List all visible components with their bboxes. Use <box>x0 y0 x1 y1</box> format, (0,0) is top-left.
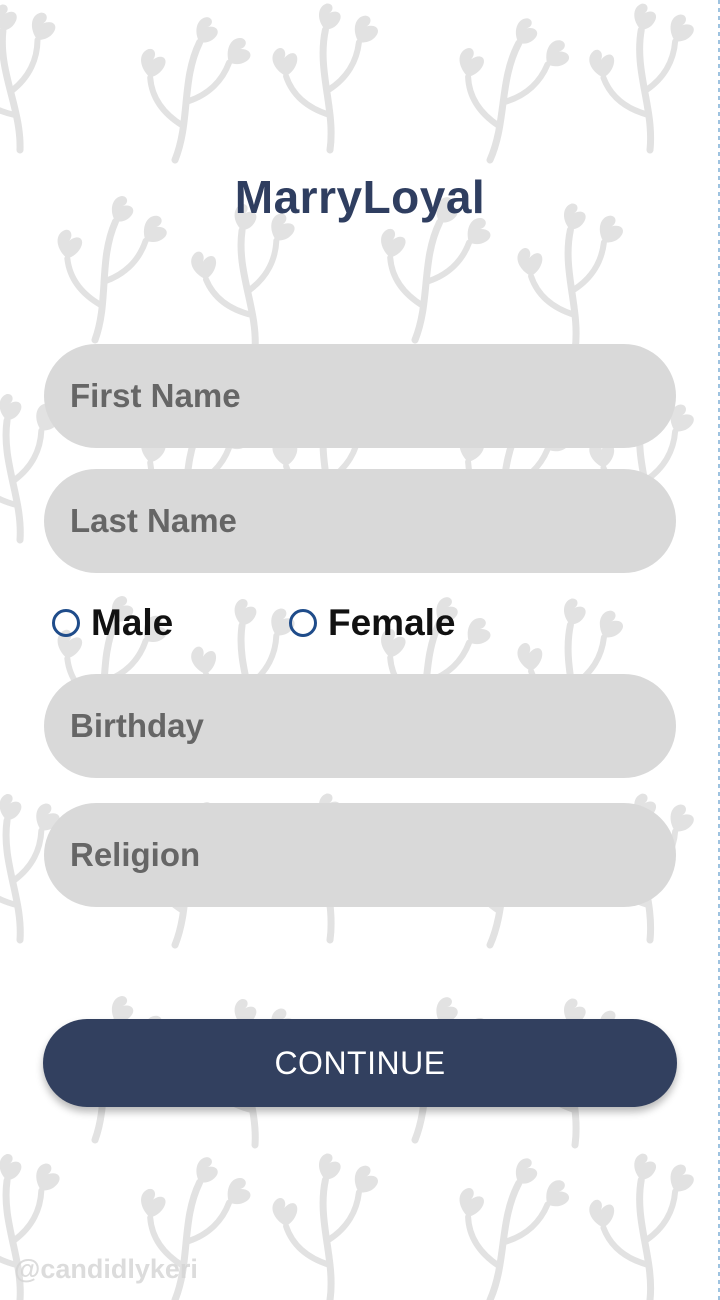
gender-option-male[interactable]: Male <box>52 598 173 648</box>
birthday-field[interactable] <box>44 674 676 778</box>
radio-unchecked-icon[interactable] <box>52 609 80 637</box>
religion-field[interactable] <box>44 803 676 907</box>
last-name-field[interactable] <box>44 469 676 573</box>
gender-option-female[interactable]: Female <box>289 598 456 648</box>
gender-label-male: Male <box>91 602 174 643</box>
first-name-field[interactable] <box>44 344 676 448</box>
app-title: MarryLoyal <box>234 171 486 223</box>
continue-button[interactable]: CONTINUE <box>43 1019 677 1107</box>
gender-label-female: Female <box>328 602 456 643</box>
radio-unchecked-icon[interactable] <box>289 609 317 637</box>
background-watermark: @candidlykeri <box>14 1254 198 1284</box>
gender-radio-group: Male Female <box>52 598 692 648</box>
